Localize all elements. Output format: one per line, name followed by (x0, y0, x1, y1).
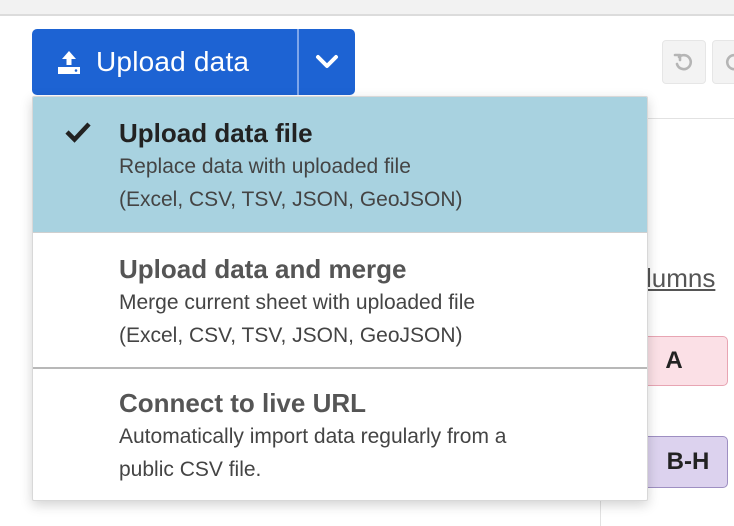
upload-options-menu: Upload data file Replace data with uploa… (32, 96, 648, 501)
menu-item-description-line: public CSV file. (119, 458, 262, 481)
menu-item-description-line: Automatically import data regularly from… (119, 425, 507, 448)
chevron-down-icon (316, 55, 338, 68)
upload-data-label: Upload data (96, 46, 250, 77)
columns-link[interactable]: lumns (646, 263, 715, 294)
menu-item-description: Merge current sheet with uploaded file (… (119, 286, 647, 352)
upload-split-button: Upload data (32, 29, 355, 95)
menu-item-title: Upload data and merge (119, 254, 407, 284)
menu-item-title: Connect to live URL (119, 388, 367, 418)
menu-item-description: Replace data with uploaded file (Excel, … (119, 150, 647, 216)
checkmark-icon (65, 122, 91, 143)
menu-item-description-line: Merge current sheet with uploaded file (119, 291, 476, 314)
top-bar (0, 0, 734, 16)
undo-icon (673, 53, 692, 71)
upload-icon (58, 51, 80, 74)
menu-item-description-line: (Excel, CSV, TSV, JSON, GeoJSON) (119, 188, 463, 211)
menu-item-connect-to-live-url[interactable]: Connect to live URL Automatically import… (33, 369, 647, 500)
upload-options-dropdown-button[interactable] (297, 29, 355, 95)
undo-button[interactable] (662, 40, 706, 84)
menu-item-upload-data-and-merge[interactable]: Upload data and merge Merge current shee… (33, 233, 647, 369)
menu-item-upload-data-file[interactable]: Upload data file Replace data with uploa… (33, 97, 647, 233)
upload-data-button[interactable]: Upload data (32, 29, 297, 95)
redo-button[interactable] (712, 40, 734, 84)
menu-item-description: Automatically import data regularly from… (119, 420, 647, 486)
redo-icon (726, 53, 734, 71)
menu-item-description-line: Replace data with uploaded file (119, 155, 411, 178)
menu-item-description-line: (Excel, CSV, TSV, JSON, GeoJSON) (119, 324, 463, 347)
menu-item-title: Upload data file (119, 118, 313, 148)
